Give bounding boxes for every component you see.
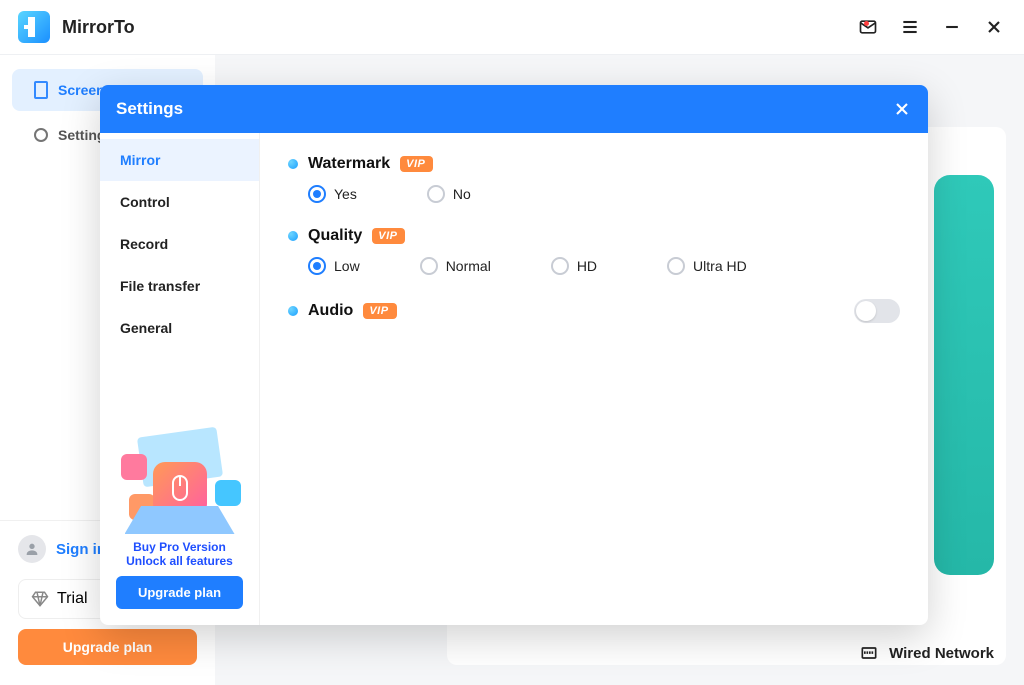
modal-nav-mirror[interactable]: Mirror [100, 139, 259, 181]
modal-nav-general[interactable]: General [100, 307, 259, 349]
audio-toggle[interactable] [854, 299, 900, 323]
bullet-icon [288, 159, 298, 169]
setting-title: Watermark [308, 155, 390, 173]
settings-pane: Watermark VIP Yes No [260, 133, 928, 625]
radio-watermark-no[interactable]: No [427, 185, 471, 203]
upgrade-plan-button[interactable]: Upgrade plan [18, 629, 197, 665]
setting-title: Audio [308, 302, 353, 320]
setting-watermark: Watermark VIP Yes No [288, 155, 900, 203]
bullet-icon [288, 231, 298, 241]
radio-quality-low[interactable]: Low [308, 257, 360, 275]
promo-illustration [115, 424, 245, 534]
menu-icon[interactable] [898, 15, 922, 39]
diamond-icon [31, 590, 49, 608]
radio-watermark-yes[interactable]: Yes [308, 185, 357, 203]
radio-label: Ultra HD [693, 258, 747, 274]
radio-icon [420, 257, 438, 275]
close-icon[interactable] [982, 15, 1006, 39]
radio-icon [308, 185, 326, 203]
modal-nav-record[interactable]: Record [100, 223, 259, 265]
settings-modal: Settings Mirror Control Record File tran… [100, 85, 928, 625]
radio-quality-normal[interactable]: Normal [420, 257, 491, 275]
app-logo [18, 11, 50, 43]
bullet-icon [288, 306, 298, 316]
app-title: MirrorTo [62, 17, 135, 38]
promo-line2: Unlock all features [110, 554, 249, 568]
vip-badge: VIP [372, 228, 405, 244]
setting-title: Quality [308, 227, 362, 245]
radio-icon [551, 257, 569, 275]
device-panel [934, 175, 994, 575]
radio-label: Low [334, 258, 360, 274]
modal-nav-file-transfer[interactable]: File transfer [100, 265, 259, 307]
promo-upgrade-button[interactable]: Upgrade plan [116, 576, 243, 609]
radio-icon [308, 257, 326, 275]
setting-audio: Audio VIP [288, 299, 900, 323]
radio-quality-ultrahd[interactable]: Ultra HD [667, 257, 747, 275]
promo-line1: Buy Pro Version [110, 540, 249, 554]
network-label: Wired Network [889, 645, 994, 662]
modal-title: Settings [116, 99, 183, 119]
vip-badge: VIP [400, 156, 433, 172]
radio-label: Yes [334, 186, 357, 202]
network-status[interactable]: Wired Network [859, 643, 994, 663]
radio-label: HD [577, 258, 597, 274]
radio-icon [427, 185, 445, 203]
promo-box: Buy Pro Version Unlock all features Upgr… [100, 414, 259, 625]
screen-icon [34, 81, 48, 99]
modal-header: Settings [100, 85, 928, 133]
radio-label: No [453, 186, 471, 202]
plan-label: Trial [57, 590, 88, 608]
modal-nav-control[interactable]: Control [100, 181, 259, 223]
avatar-icon [18, 535, 46, 563]
modal-close-button[interactable] [892, 99, 912, 119]
radio-quality-hd[interactable]: HD [551, 257, 597, 275]
gear-icon [34, 128, 48, 142]
vip-badge: VIP [363, 303, 396, 319]
radio-label: Normal [446, 258, 491, 274]
radio-icon [667, 257, 685, 275]
setting-quality: Quality VIP Low Normal HD [288, 227, 900, 275]
mail-icon[interactable] [856, 15, 880, 39]
ethernet-icon [859, 643, 879, 663]
sign-in-label: Sign in [56, 541, 106, 558]
modal-nav: Mirror Control Record File transfer Gene… [100, 133, 260, 625]
minimize-icon[interactable] [940, 15, 964, 39]
titlebar: MirrorTo [0, 0, 1024, 55]
